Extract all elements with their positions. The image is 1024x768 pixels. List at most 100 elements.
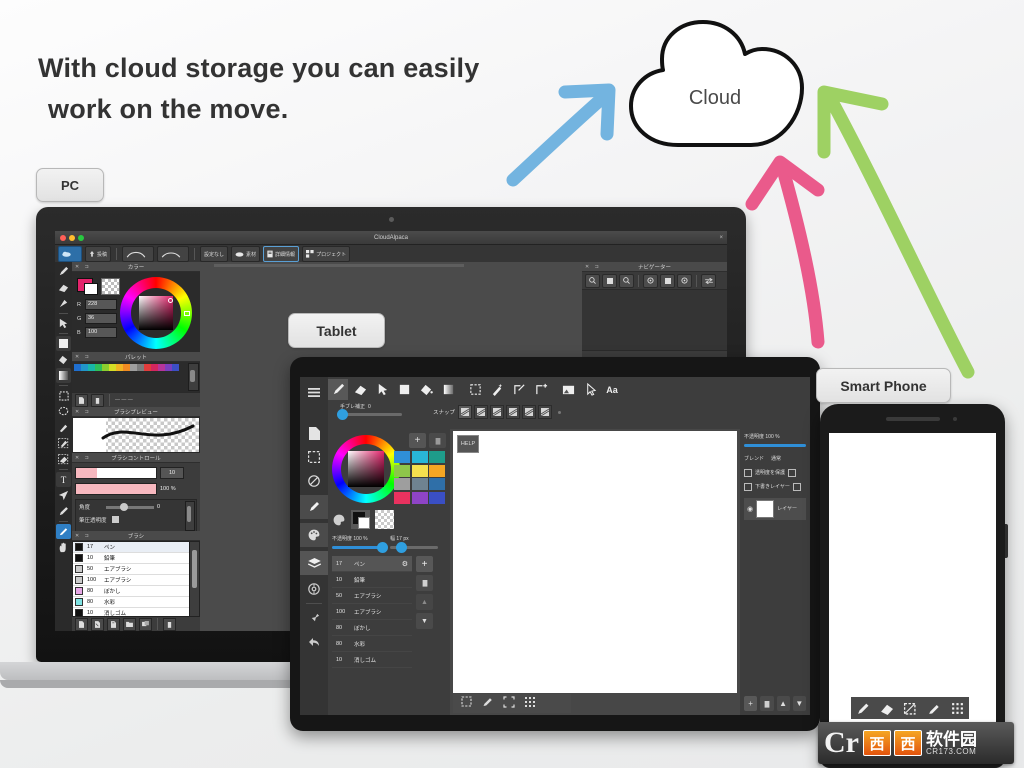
- down-layer-icon[interactable]: ▼: [792, 696, 806, 711]
- menu-icon[interactable]: [303, 383, 325, 401]
- move-icon[interactable]: [372, 379, 392, 400]
- move-brush-down-icon[interactable]: ▼: [416, 613, 433, 629]
- blur-icon[interactable]: [56, 296, 71, 311]
- brush-list-item[interactable]: 17 ペン: [73, 542, 190, 553]
- zoom-out-icon[interactable]: [585, 273, 600, 288]
- eraser-icon[interactable]: [880, 702, 893, 715]
- tablet-transparent-swatch[interactable]: [375, 510, 394, 529]
- toolbar-no-setting-button[interactable]: 設定なし: [200, 246, 229, 262]
- palette-swatch[interactable]: [137, 364, 144, 371]
- palette-swatch[interactable]: [172, 364, 179, 371]
- brush-list-item[interactable]: 100 エアブラシ: [73, 575, 190, 586]
- toolbar-undo-curve-button[interactable]: [122, 246, 155, 262]
- tablet-brush-item[interactable]: 80 水彩: [332, 636, 412, 652]
- snap-mirror-icon[interactable]: [522, 405, 537, 419]
- pressure-checkbox[interactable]: [110, 515, 120, 524]
- tablet-brush-item[interactable]: 100 エアブラシ: [332, 604, 412, 620]
- tablet-palette-icon[interactable]: [332, 513, 346, 527]
- snap-grid-icon[interactable]: [490, 405, 505, 419]
- select-rect-icon[interactable]: [465, 379, 485, 400]
- zoom-in-icon[interactable]: [619, 273, 634, 288]
- brush-list-item[interactable]: 80 水彩: [73, 597, 190, 608]
- gradient-icon[interactable]: [56, 368, 71, 383]
- fill-rect-icon[interactable]: [394, 379, 414, 400]
- layer-opacity-slider[interactable]: [744, 444, 806, 447]
- tablet-brush-item[interactable]: 10 鉛筆: [332, 572, 412, 588]
- palette-swatch[interactable]: [81, 364, 88, 371]
- rotate-right-icon[interactable]: [677, 273, 692, 288]
- tablet-width-slider[interactable]: [390, 542, 438, 553]
- flip-icon[interactable]: [701, 273, 716, 288]
- transparent-swatch[interactable]: [101, 278, 120, 295]
- tablet-color-square[interactable]: [348, 451, 384, 487]
- angle-slider[interactable]: [106, 502, 154, 511]
- rotate-reset-icon[interactable]: [660, 273, 675, 288]
- b-field[interactable]: 100: [85, 327, 117, 338]
- eyedropper-icon[interactable]: [927, 702, 940, 715]
- palette-swatch[interactable]: [102, 364, 109, 371]
- eraser-icon[interactable]: [56, 280, 71, 295]
- palette-swatch[interactable]: [151, 364, 158, 371]
- undo-icon[interactable]: [303, 632, 325, 652]
- bucket-icon[interactable]: [416, 379, 436, 400]
- add-layer-icon[interactable]: +: [744, 696, 758, 711]
- palette-swatch[interactable]: [123, 364, 130, 371]
- snap-perspective-icon[interactable]: [458, 405, 473, 419]
- palette-icon[interactable]: [300, 523, 328, 547]
- layer-visibility-icon[interactable]: ◉: [747, 505, 753, 513]
- pencil-icon[interactable]: [56, 504, 71, 519]
- cursor-icon[interactable]: [580, 379, 600, 400]
- snap-parallel-icon[interactable]: [506, 405, 521, 419]
- rotate-left-icon[interactable]: [643, 273, 658, 288]
- select-add-icon[interactable]: [56, 436, 71, 451]
- file-icon[interactable]: [303, 423, 325, 443]
- move-icon[interactable]: [56, 316, 71, 331]
- delete-brush-icon[interactable]: [163, 617, 176, 631]
- text-aa-icon[interactable]: Aa: [602, 379, 622, 400]
- transform-add-icon[interactable]: [531, 379, 551, 400]
- palette-swatch-grid[interactable]: [74, 364, 188, 371]
- toolbar-post-button[interactable]: 投稿: [85, 246, 112, 262]
- toolbar-project-button[interactable]: プロジェクト: [302, 246, 351, 262]
- palette-scrollbar[interactable]: [188, 363, 199, 391]
- phone-power-button[interactable]: [1005, 524, 1008, 558]
- snap-more-icon[interactable]: [558, 410, 562, 414]
- new-palette-icon[interactable]: [75, 393, 88, 407]
- tablet-palette-swatch[interactable]: [394, 451, 410, 463]
- add-swatch-icon[interactable]: +: [409, 433, 426, 448]
- brush-list-item[interactable]: 10 鉛筆: [73, 553, 190, 564]
- layer-img-icon[interactable]: [558, 379, 578, 400]
- palette-swatch[interactable]: [158, 364, 165, 371]
- select-icon[interactable]: [303, 447, 325, 467]
- tablet-palette-swatch[interactable]: [429, 451, 445, 463]
- navigator-thumbnail[interactable]: [582, 290, 727, 351]
- tablet-palette-swatch[interactable]: [411, 451, 428, 463]
- tablet-palette-swatch[interactable]: [411, 491, 428, 504]
- draft-layer-extra-checkbox[interactable]: [792, 482, 801, 491]
- brush-icon[interactable]: [300, 495, 328, 519]
- tablet-brush-item[interactable]: 17 ペン ⚙: [332, 556, 412, 572]
- brush-advanced-scrollbar[interactable]: [185, 501, 195, 531]
- titlebar-close-x[interactable]: ×: [719, 235, 723, 241]
- tablet-palette-swatch[interactable]: [429, 464, 445, 477]
- select-icon[interactable]: [461, 695, 473, 713]
- brush-list-scrollbar[interactable]: [189, 542, 199, 616]
- eraser-icon[interactable]: [350, 379, 370, 400]
- palette-swatch[interactable]: [109, 364, 116, 371]
- delete-layer-icon[interactable]: [760, 696, 774, 711]
- palette-swatch[interactable]: [144, 364, 151, 371]
- tablet-palette-swatch[interactable]: [429, 491, 445, 504]
- bucket-icon[interactable]: [56, 352, 71, 367]
- zoom-reset-icon[interactable]: [602, 273, 617, 288]
- grid-icon[interactable]: [524, 695, 536, 713]
- brush-size-slider[interactable]: [75, 467, 157, 479]
- r-field[interactable]: 228: [85, 299, 117, 310]
- tablet-canvas-area[interactable]: HELP: [450, 429, 740, 715]
- up-layer-icon[interactable]: ▲: [776, 696, 790, 711]
- lock-alpha-extra-checkbox[interactable]: [788, 468, 797, 477]
- toolbar-redo-curve-button[interactable]: [157, 246, 190, 262]
- paper-plane-icon[interactable]: [56, 488, 71, 503]
- canvas-help-button[interactable]: HELP: [457, 435, 479, 453]
- stabilizer-control[interactable]: 手ブレ補正 0: [337, 403, 420, 420]
- lock-alpha-checkbox[interactable]: [744, 468, 752, 477]
